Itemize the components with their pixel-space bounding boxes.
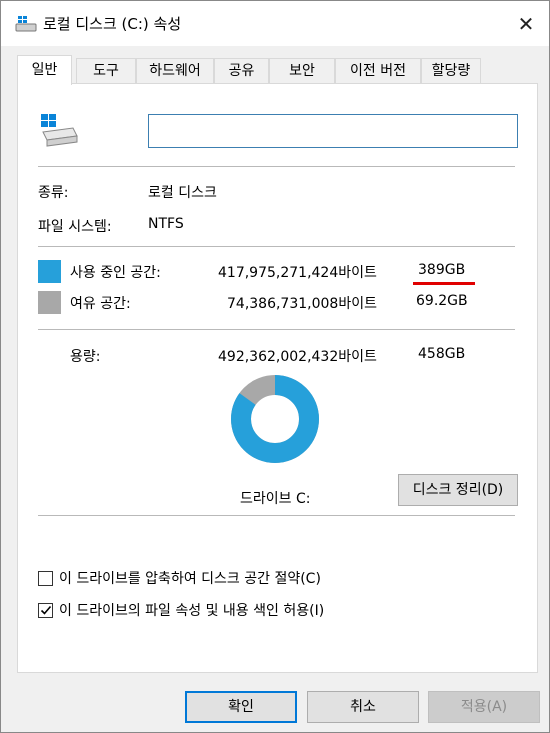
- tab-hardware[interactable]: 하드웨어: [136, 58, 214, 84]
- drive-label: 드라이브 C:: [240, 491, 311, 507]
- free-space-label: 여유 공간:: [70, 296, 131, 312]
- drive-icon: [15, 15, 37, 33]
- tab-quota[interactable]: 할당량: [421, 58, 481, 84]
- type-label: 종류:: [38, 185, 69, 201]
- type-value: 로컬 디스크: [148, 185, 217, 201]
- close-icon[interactable]: ✕: [518, 12, 535, 36]
- index-option[interactable]: 이 드라이브의 파일 속성 및 내용 색인 허용(I): [38, 600, 324, 620]
- compress-checkbox[interactable]: [38, 570, 53, 586]
- red-underline-annotation: [413, 282, 475, 285]
- general-panel: 종류: 로컬 디스크 파일 시스템: NTFS 사용 중인 공간: 417,97…: [17, 83, 538, 673]
- filesystem-value: NTFS: [148, 216, 184, 232]
- index-label: 이 드라이브의 파일 속성 및 내용 색인 허용(I): [59, 603, 325, 619]
- cancel-button[interactable]: 취소: [307, 691, 419, 723]
- capacity-bytes: 492,362,002,432바이트: [218, 349, 377, 365]
- divider: [38, 515, 515, 516]
- tab-sharing[interactable]: 공유: [214, 58, 269, 84]
- title-bar[interactable]: 로컬 디스크 (C:) 속성 ✕: [1, 1, 549, 46]
- used-space-label: 사용 중인 공간:: [70, 265, 161, 281]
- close-button[interactable]: ✕: [503, 1, 549, 46]
- filesystem-label: 파일 시스템:: [38, 219, 112, 235]
- capacity-size: 458GB: [418, 346, 466, 362]
- used-space-swatch: [38, 260, 61, 283]
- window-title: 로컬 디스크 (C:) 속성: [43, 15, 182, 33]
- disk-usage-donut: [231, 375, 319, 463]
- drive-name-input[interactable]: [148, 114, 518, 148]
- capacity-label: 용량:: [70, 349, 101, 365]
- tab-previous-versions[interactable]: 이전 버전: [335, 58, 421, 84]
- used-space-size: 389GB: [418, 262, 466, 278]
- free-space-bytes: 74,386,731,008바이트: [227, 296, 377, 312]
- disk-cleanup-button[interactable]: 디스크 정리(D): [398, 474, 518, 506]
- compress-label: 이 드라이브를 압축하여 디스크 공간 절약(C): [59, 571, 321, 587]
- free-space-swatch: [38, 291, 61, 314]
- tab-general[interactable]: 일반: [17, 55, 72, 85]
- free-space-size: 69.2GB: [416, 293, 468, 309]
- compress-option[interactable]: 이 드라이브를 압축하여 디스크 공간 절약(C): [38, 568, 321, 588]
- drive-icon: [39, 112, 79, 148]
- tab-security[interactable]: 보안: [269, 58, 335, 84]
- index-checkbox[interactable]: [38, 602, 53, 618]
- ok-button[interactable]: 확인: [185, 691, 297, 723]
- tab-tools[interactable]: 도구: [76, 58, 136, 84]
- used-space-bytes: 417,975,271,424바이트: [218, 265, 377, 281]
- divider: [38, 329, 515, 330]
- apply-button[interactable]: 적용(A): [428, 691, 540, 723]
- divider: [38, 246, 515, 247]
- properties-window: 로컬 디스크 (C:) 속성 ✕ 일반 도구 하드웨어 공유 보안 이전 버전 …: [0, 0, 550, 733]
- divider: [38, 166, 515, 167]
